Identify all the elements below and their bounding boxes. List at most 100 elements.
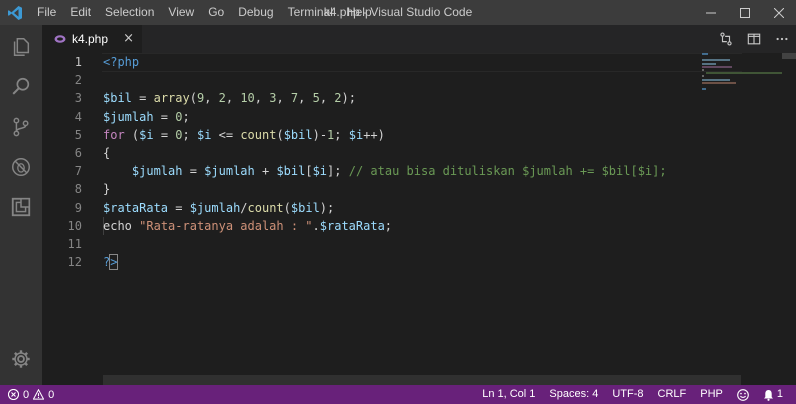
tab-label: k4.php bbox=[72, 32, 109, 46]
search-button[interactable] bbox=[0, 67, 42, 107]
tab-k4-php[interactable]: k4.php × bbox=[42, 25, 142, 53]
token-var: $jumlah bbox=[189, 200, 241, 215]
scrollbar-thumb[interactable] bbox=[782, 53, 796, 59]
token-var: $bil bbox=[283, 127, 313, 142]
menu-selection[interactable]: Selection bbox=[98, 0, 161, 25]
token-fn: array bbox=[153, 91, 190, 106]
line-number: 2 bbox=[74, 73, 82, 88]
minimap[interactable] bbox=[702, 53, 782, 113]
warning-count: 0 bbox=[48, 388, 55, 401]
token-var: $bil bbox=[290, 200, 320, 215]
language-mode[interactable]: PHP bbox=[693, 385, 730, 404]
status-bar: 0 0 Ln 1, Col 1 Spaces: 4 UTF-8 CRLF PHP… bbox=[0, 385, 796, 404]
status-problems[interactable]: 0 0 bbox=[8, 385, 54, 404]
tab-close-button[interactable]: × bbox=[123, 32, 134, 46]
token-fn: count bbox=[240, 127, 277, 142]
title-bar: File Edit Selection View Go Debug Termin… bbox=[0, 0, 796, 25]
split-editor-button[interactable] bbox=[740, 25, 768, 53]
menu-terminal[interactable]: Terminal bbox=[281, 0, 340, 25]
token-keyword: echo bbox=[103, 218, 132, 233]
token-punct: )- bbox=[312, 127, 328, 142]
smiley-icon bbox=[737, 388, 749, 401]
editor-actions bbox=[712, 25, 796, 53]
horizontal-scrollbar[interactable] bbox=[103, 375, 741, 385]
maximize-button[interactable] bbox=[728, 0, 762, 25]
line-number: 3 bbox=[74, 91, 82, 106]
token-punct: ( bbox=[283, 200, 291, 215]
extensions-button[interactable] bbox=[0, 187, 42, 227]
source-control-button[interactable] bbox=[0, 107, 42, 147]
end-of-line[interactable]: CRLF bbox=[651, 385, 694, 404]
token-comment: // atau bisa dituliskan $jumlah += $bil[… bbox=[348, 164, 667, 179]
code-editor[interactable]: 1 2 3 4 5 6 7 8 9 10 11 12 <?php $bil = … bbox=[42, 53, 796, 385]
token-op: / bbox=[240, 200, 248, 215]
token-punct: , bbox=[298, 91, 313, 106]
bell-icon bbox=[763, 389, 773, 401]
token-punct: , bbox=[319, 91, 335, 106]
notification-count: 1 bbox=[776, 388, 783, 400]
token-string: "Rata-ratanya adalah : " bbox=[139, 218, 313, 233]
debug-button[interactable] bbox=[0, 147, 42, 187]
settings-button[interactable] bbox=[0, 339, 42, 379]
token-var: $rataRata bbox=[103, 200, 169, 215]
more-actions-button[interactable] bbox=[768, 25, 796, 53]
token-punct: ; bbox=[334, 127, 349, 142]
token-brace: } bbox=[103, 182, 111, 197]
line-number: 6 bbox=[74, 145, 82, 160]
cursor-position[interactable]: Ln 1, Col 1 bbox=[475, 385, 542, 404]
token-punct: ( bbox=[189, 91, 197, 106]
token-op: = bbox=[182, 164, 205, 179]
code-line-8: } bbox=[103, 180, 741, 198]
vertical-scrollbar[interactable] bbox=[782, 53, 796, 385]
token-num: 0 bbox=[175, 109, 183, 124]
open-changes-button[interactable] bbox=[712, 25, 740, 53]
menu-edit[interactable]: Edit bbox=[63, 0, 98, 25]
token-keyword: for bbox=[103, 127, 125, 142]
error-count: 0 bbox=[23, 388, 30, 401]
token-num: 0 bbox=[175, 127, 183, 142]
token-punct: , bbox=[204, 91, 219, 106]
code-line-9: $rataRata = $jumlah/count($bil); bbox=[103, 199, 741, 217]
token-punct: ); bbox=[319, 200, 335, 215]
line-number: 8 bbox=[74, 182, 82, 197]
token-punct: ; bbox=[182, 127, 197, 142]
more-icon bbox=[776, 37, 788, 41]
php-open-tag: <?php bbox=[103, 55, 140, 69]
menu-debug[interactable]: Debug bbox=[231, 0, 280, 25]
token-brace: { bbox=[103, 145, 111, 160]
token-punct: , bbox=[225, 91, 241, 106]
token-num: 5 bbox=[312, 91, 320, 106]
token-punct: ++) bbox=[363, 127, 385, 142]
php-close-tag-gt: > bbox=[109, 254, 119, 271]
explorer-button[interactable] bbox=[0, 27, 42, 67]
token-op: = bbox=[168, 200, 190, 215]
close-window-button[interactable] bbox=[762, 0, 796, 25]
menu-view[interactable]: View bbox=[161, 0, 201, 25]
token-var: $i bbox=[348, 127, 364, 142]
minimize-button[interactable] bbox=[694, 0, 728, 25]
line-number: 12 bbox=[67, 255, 82, 270]
close-icon bbox=[774, 7, 784, 18]
token-var: $i bbox=[196, 127, 212, 142]
token-punct: , bbox=[276, 91, 291, 106]
menu-file[interactable]: File bbox=[30, 0, 63, 25]
feedback-button[interactable] bbox=[730, 388, 756, 401]
token-var: $rataRata bbox=[319, 218, 385, 233]
notifications-button[interactable]: 1 bbox=[756, 385, 790, 404]
token-punct: ; bbox=[384, 218, 393, 233]
search-icon bbox=[12, 77, 30, 95]
line-number: 4 bbox=[74, 109, 82, 124]
error-icon bbox=[8, 389, 19, 400]
token-punct: ]; bbox=[327, 164, 349, 179]
encoding[interactable]: UTF-8 bbox=[605, 385, 650, 404]
line-number-gutter: 1 2 3 4 5 6 7 8 9 10 11 12 bbox=[42, 53, 92, 271]
token-var: $jumlah bbox=[103, 109, 154, 124]
indentation[interactable]: Spaces: 4 bbox=[542, 385, 605, 404]
menu-help[interactable]: Help bbox=[340, 0, 379, 25]
line-number: 5 bbox=[74, 127, 82, 142]
token-var: $i bbox=[139, 127, 154, 142]
php-file-icon bbox=[54, 34, 66, 44]
menu-go[interactable]: Go bbox=[201, 0, 231, 25]
code-content[interactable]: <?php $bil = array(9, 2, 10, 3, 7, 5, 2)… bbox=[103, 53, 741, 271]
